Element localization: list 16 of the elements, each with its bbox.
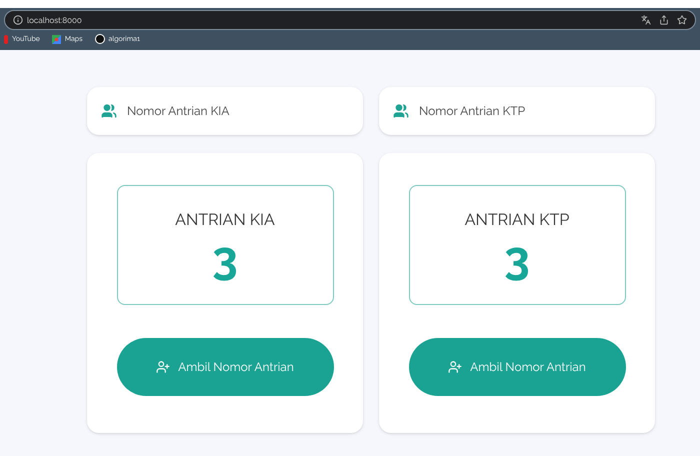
share-icon[interactable] xyxy=(659,15,669,25)
users-icon xyxy=(101,103,117,119)
address-bar[interactable]: localhost:8000 xyxy=(4,10,696,30)
user-plus-icon xyxy=(156,360,170,374)
queue-number: 3 xyxy=(212,232,238,284)
url-text: localhost:8000 xyxy=(27,14,82,26)
header-title: Nomor Antrian KIA xyxy=(127,103,230,120)
counter-title: ANTRIAN KIA xyxy=(175,209,275,231)
info-icon xyxy=(13,15,23,25)
star-icon[interactable] xyxy=(677,15,687,25)
translate-icon[interactable] xyxy=(641,15,651,25)
users-icon xyxy=(393,103,409,119)
user-plus-icon xyxy=(448,360,462,374)
counter-title: ANTRIAN KTP xyxy=(464,209,570,231)
queue-number: 3 xyxy=(504,232,530,284)
header-title: Nomor Antrian KTP xyxy=(419,103,526,120)
